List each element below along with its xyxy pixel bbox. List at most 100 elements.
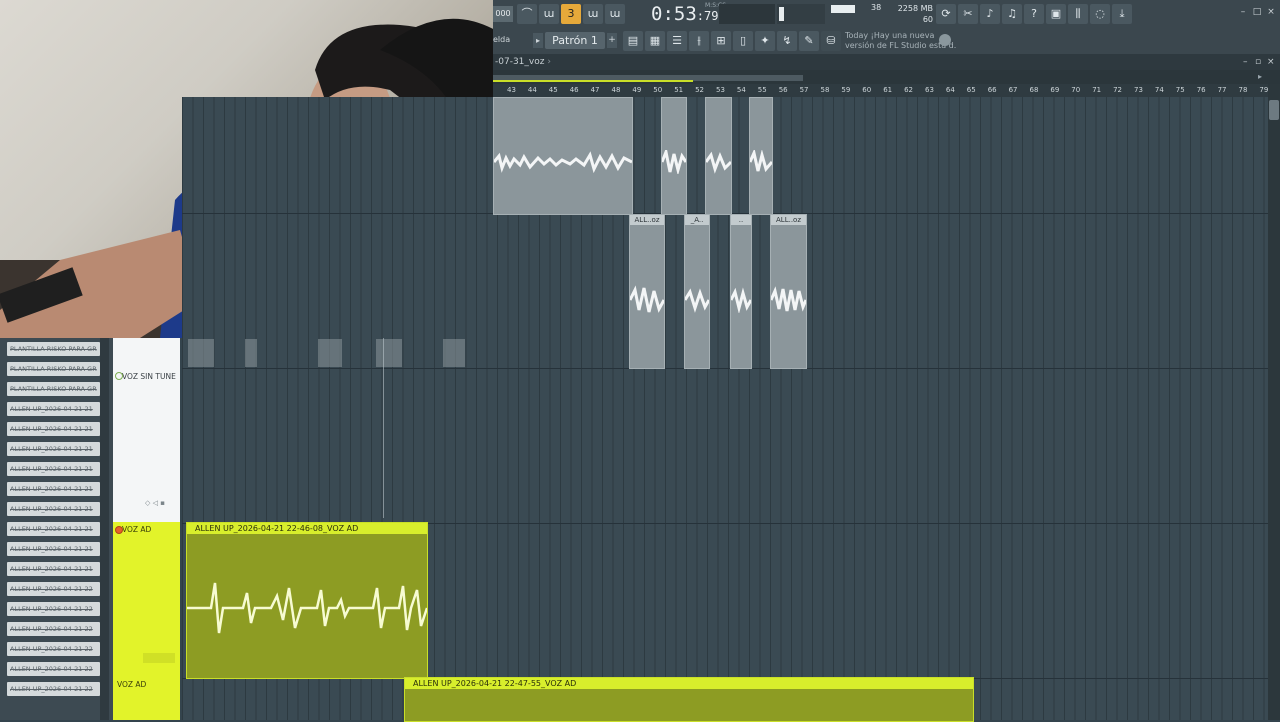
track-volume-slider[interactable] <box>143 653 175 663</box>
tempo-display[interactable]: 000 <box>493 6 513 22</box>
audio-clip-voz-ad-2[interactable]: ALLEN UP_2026-04-21 22-47-55_VOZ AD <box>404 677 974 722</box>
mic-icon[interactable]: ♪ <box>980 4 1000 24</box>
audio-clip[interactable] <box>749 97 773 215</box>
cpu-meter: 38 <box>831 3 891 25</box>
ruler-tick: 58 <box>820 86 830 94</box>
plugin-icon[interactable]: ✦ <box>755 31 775 51</box>
ruler-tick: 56 <box>778 86 788 94</box>
audio-clip[interactable]: _A.. <box>684 214 710 369</box>
audio-clip[interactable] <box>188 339 214 367</box>
playhead-line[interactable] <box>383 338 384 518</box>
track-header[interactable] <box>113 338 180 369</box>
track-led-icon[interactable] <box>115 372 123 380</box>
line-icon[interactable]: ⌒ <box>517 4 537 24</box>
ruler-tick: 45 <box>548 86 558 94</box>
browser-item[interactable]: ALLEN UP_2026-04-21 21 <box>7 402 100 416</box>
track-header-voz-sin-tune[interactable]: VOZ SIN TUNE ◇ ◁ ▪ <box>113 369 180 522</box>
browser-item[interactable]: PLANTILLA RISKO PARA GR <box>7 342 100 356</box>
flag-icon[interactable]: ✎ <box>799 31 819 51</box>
mic2-icon[interactable]: ♫ <box>1002 4 1022 24</box>
update-globe-icon[interactable] <box>939 34 951 46</box>
zoom-arrow-icon[interactable]: ▸ <box>1258 72 1268 82</box>
browser-item[interactable]: PLANTILLA RISKO PARA GR <box>7 382 100 396</box>
browser-item[interactable]: ALLEN UP_2026-04-21 22 <box>7 662 100 676</box>
waveform <box>630 285 664 313</box>
track-header-voz-ad[interactable]: VOZ AD <box>113 522 180 677</box>
minimize-icon[interactable]: – <box>1238 7 1248 17</box>
browser-icon[interactable]: ⊞ <box>711 31 731 51</box>
ruler-tick: 60 <box>862 86 872 94</box>
track-name[interactable]: VOZ AD <box>113 677 180 689</box>
snap-icon[interactable]: 3 <box>561 4 581 24</box>
audio-clip[interactable] <box>493 97 633 215</box>
browser-item[interactable]: ALLEN UP_2026-04-21 22 <box>7 582 100 596</box>
wo2-icon[interactable]: ɯ <box>605 4 625 24</box>
close-icon[interactable]: × <box>1266 7 1276 17</box>
volume-handle[interactable] <box>779 7 784 21</box>
horizontal-scroll[interactable]: ▸ <box>493 70 1280 84</box>
timeline-ruler[interactable]: 43 44 45 46 47 48 49 50 51 52 53 54 55 56 57 58 59 60 61 62… <box>493 84 1268 97</box>
cut-icon[interactable]: ✂ <box>958 4 978 24</box>
playlist-close-icon[interactable]: × <box>1267 54 1275 70</box>
audio-clip[interactable] <box>661 97 687 215</box>
clip-label: ALL..oz <box>630 215 664 225</box>
clip-label: ALLEN UP_2026-04-21 22-46-08_VOZ AD <box>187 523 427 534</box>
browser-item[interactable]: ALLEN UP_2026-04-21 21 <box>7 442 100 456</box>
vertical-scrollbar[interactable] <box>1268 84 1280 720</box>
browser-item[interactable]: ALLEN UP_2026-04-21 21 <box>7 422 100 436</box>
browser-item[interactable]: ALLEN UP_2026-04-21 21 <box>7 462 100 476</box>
vertical-scroll-thumb[interactable] <box>1269 100 1279 120</box>
chat-icon[interactable]: ◌ <box>1090 4 1110 24</box>
track-name[interactable]: VOZ SIN TUNE <box>113 369 180 381</box>
ruler-tick: 65 <box>966 86 976 94</box>
audio-clip[interactable] <box>245 339 257 367</box>
track-led-icon[interactable] <box>115 526 123 534</box>
save-icon[interactable]: ▣ <box>1046 4 1066 24</box>
browser-item[interactable]: ALLEN UP_2026-04-21 21 <box>7 542 100 556</box>
playlist-icon[interactable]: ▤ <box>623 31 643 51</box>
browser-item[interactable]: ALLEN UP_2026-04-21 21 <box>7 562 100 576</box>
playlist-minimize-icon[interactable]: – <box>1243 54 1248 70</box>
master-volume[interactable] <box>777 4 825 24</box>
browser-item[interactable]: ALLEN UP_2026-04-21 22 <box>7 622 100 636</box>
browser-item[interactable]: ALLEN UP_2026-04-21 22 <box>7 682 100 696</box>
download-icon[interactable]: ⤓ <box>1112 4 1132 24</box>
track-header-voz-ad-2[interactable]: VOZ AD <box>113 677 180 720</box>
browser-item[interactable]: ALLEN UP_2026-04-21 21 <box>7 522 100 536</box>
audio-clip[interactable] <box>443 339 465 367</box>
shop-icon[interactable]: ⛁ <box>821 31 841 51</box>
pianoroll-icon[interactable]: ▦ <box>645 31 665 51</box>
audio-clip[interactable]: ALL..oz <box>770 214 807 369</box>
clipboard-icon[interactable]: ▯ <box>733 31 753 51</box>
track-name[interactable]: VOZ AD <box>113 522 180 534</box>
browser-item[interactable]: ALLEN UP_2026-04-21 22 <box>7 642 100 656</box>
browser-item[interactable]: ALLEN UP_2026-04-21 21 <box>7 482 100 496</box>
mixer-icon[interactable]: ⫼ <box>1068 4 1088 24</box>
browser-item[interactable]: PLANTILLA RISKO PARA GR <box>7 362 100 376</box>
playlist-restore-icon[interactable]: ▫ <box>1255 54 1261 70</box>
wo-icon[interactable]: ɯ <box>539 4 559 24</box>
audio-clip[interactable] <box>318 339 342 367</box>
refresh-icon[interactable]: ⟳ <box>936 4 956 24</box>
mixer2-icon[interactable]: ⫲ <box>689 31 709 51</box>
tempo-icon[interactable]: ↯ <box>777 31 797 51</box>
maximize-icon[interactable]: □ <box>1252 7 1262 17</box>
audio-clip-voz-ad-1[interactable]: ALLEN UP_2026-04-21 22-46-08_VOZ AD <box>186 522 428 679</box>
audio-clip[interactable]: ALL..oz <box>629 214 665 369</box>
snap-label[interactable]: elda <box>493 35 510 44</box>
add-pattern-icon[interactable]: + <box>607 33 617 48</box>
browser-item[interactable]: ALLEN UP_2026-04-21 22 <box>7 602 100 616</box>
audio-clip[interactable] <box>705 97 732 215</box>
ruler-tick: 77 <box>1217 86 1227 94</box>
browser-item[interactable]: ALLEN UP_2026-04-21 21 <box>7 502 100 516</box>
pattern-arrow-icon[interactable]: ▸ <box>533 33 543 48</box>
browser-scrollbar[interactable] <box>100 338 109 720</box>
audio-clip[interactable]: .. <box>730 214 752 369</box>
pattern-selector[interactable]: Patrón 1 <box>545 32 605 49</box>
waveform <box>662 150 686 175</box>
track-controls-icon[interactable]: ◇ ◁ ▪ <box>145 499 165 507</box>
audio-clip[interactable] <box>376 339 402 367</box>
wplus-icon[interactable]: ɯ <box>583 4 603 24</box>
help-icon[interactable]: ? <box>1024 4 1044 24</box>
channelrack-icon[interactable]: ☰ <box>667 31 687 51</box>
